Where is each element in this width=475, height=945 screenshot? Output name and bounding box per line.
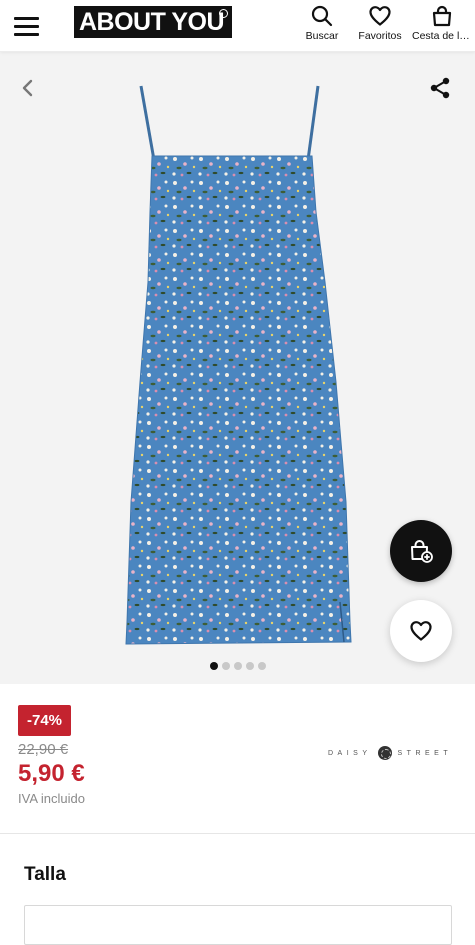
vat-note: IVA incluido (18, 791, 85, 806)
sale-price: 5,90 € (18, 760, 85, 787)
gallery-dot[interactable] (209, 662, 218, 670)
gallery-dot[interactable] (257, 662, 266, 670)
search-button[interactable]: Buscar (302, 4, 342, 42)
gallery-dot[interactable] (245, 662, 254, 670)
cart-label: Cesta de la compra (412, 30, 472, 42)
hamburger-icon-line (14, 32, 39, 36)
cart-button[interactable]: Cesta de la compra (412, 4, 472, 42)
favorites-button[interactable]: Favoritos (355, 4, 405, 42)
favorites-label: Favoritos (358, 30, 402, 42)
brand-logo[interactable]: ABOUT YOU (74, 6, 232, 38)
logo-circle-mark (219, 9, 228, 18)
menu-button[interactable] (14, 10, 46, 42)
brand-emblem-icon (377, 746, 392, 760)
chevron-left-icon (22, 79, 33, 97)
search-label: Buscar (305, 30, 339, 42)
product-image-gallery[interactable] (0, 52, 475, 684)
price-section: -74% 22,90 € 5,90 € IVA incluido DAISY ST… (0, 684, 475, 834)
original-price: 22,90 € (18, 741, 69, 758)
heart-icon (369, 6, 391, 26)
gallery-pagination (0, 662, 475, 670)
share-icon (430, 77, 450, 99)
size-selector[interactable] (24, 905, 452, 945)
share-button[interactable] (428, 76, 452, 100)
gallery-dot[interactable] (233, 662, 242, 670)
bag-plus-icon (411, 540, 433, 563)
size-title: Talla (24, 864, 66, 885)
search-icon (311, 5, 333, 27)
top-header: ABOUT YOU Buscar Favoritos Cesta de la c… (0, 0, 475, 52)
gallery-dot[interactable] (221, 662, 230, 670)
brand-logo-daisy-street[interactable]: DAISY STREET (328, 746, 452, 760)
heart-icon (410, 621, 432, 641)
back-button[interactable] (16, 76, 40, 100)
hamburger-icon-line (14, 24, 39, 28)
hamburger-icon (14, 16, 39, 20)
brand-name-second-word: STREET (397, 749, 453, 757)
logo-text: ABOUT YOU (79, 7, 225, 36)
shopping-bag-icon (432, 5, 452, 27)
brand-name: DAISY (328, 749, 372, 757)
discount-badge: -74% (18, 705, 72, 736)
product-image-dress (125, 85, 352, 645)
size-section: Talla (0, 835, 475, 945)
add-to-cart-button[interactable] (390, 520, 452, 582)
add-to-favorites-button[interactable] (390, 600, 452, 662)
